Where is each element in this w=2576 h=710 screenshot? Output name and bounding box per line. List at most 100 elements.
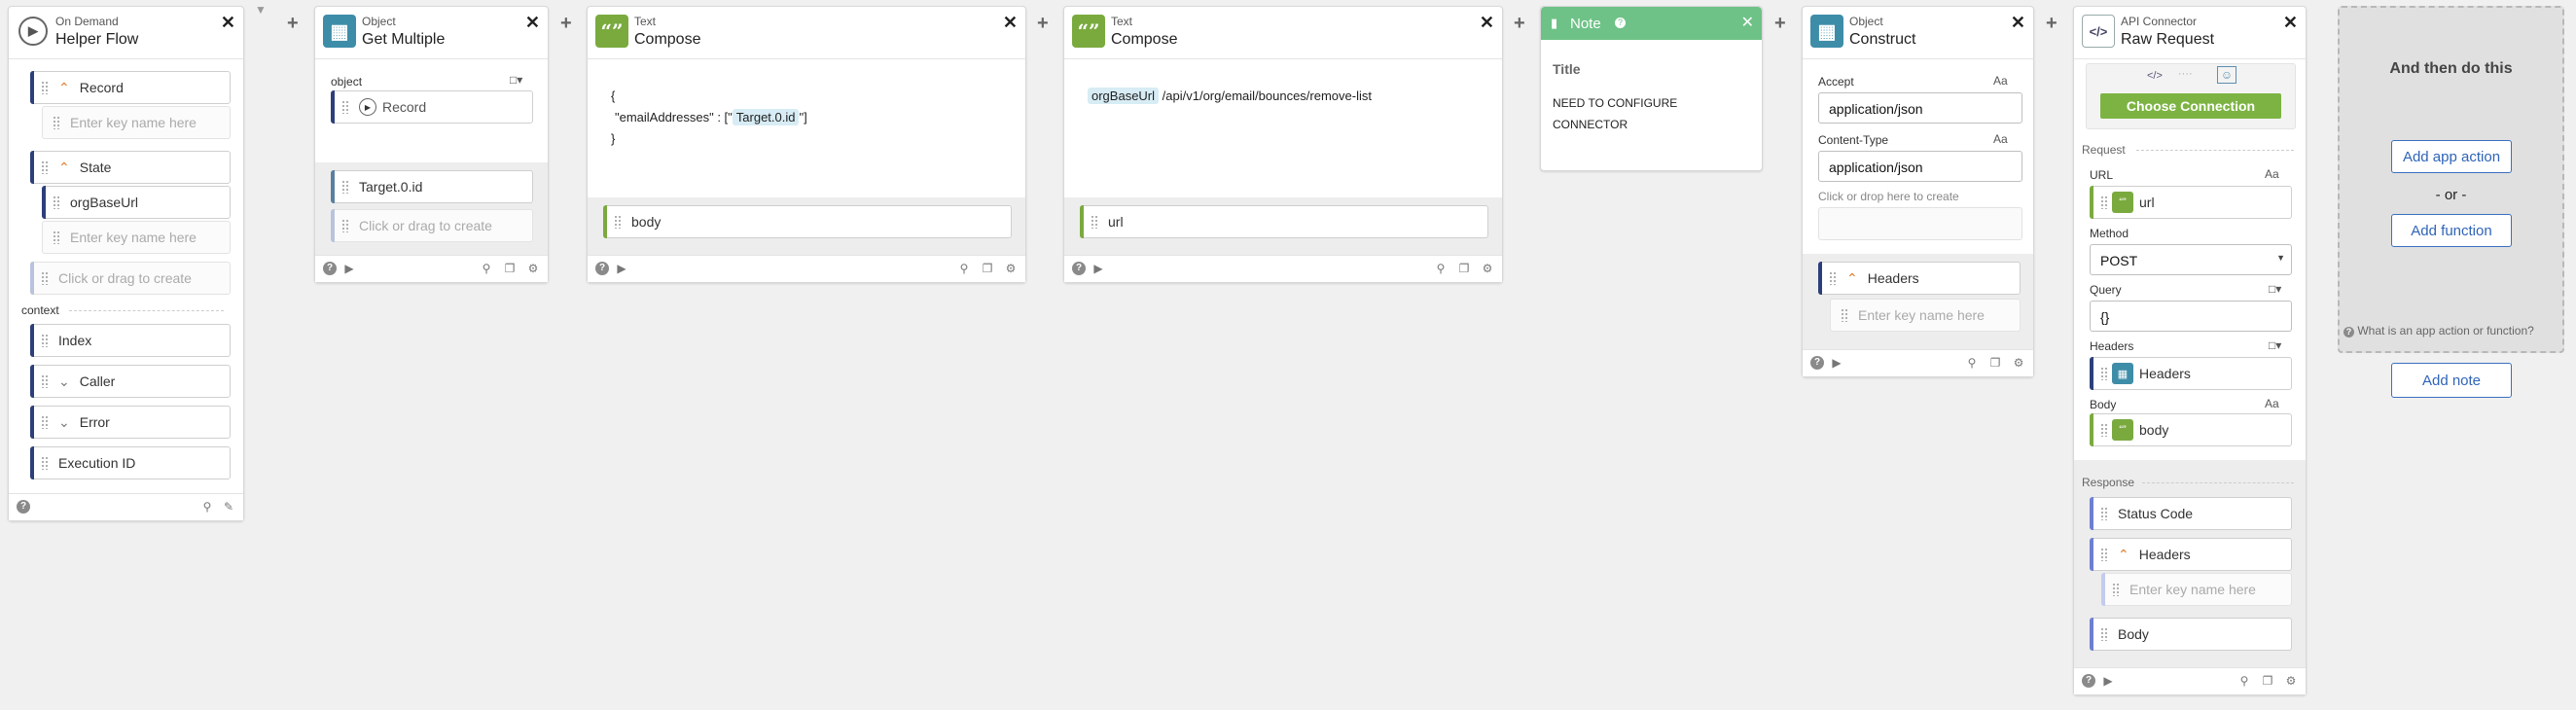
note-body[interactable]: NEED TO CONFIGURE CONNECTOR [1553,92,1677,135]
search-icon[interactable]: ⚲ [2237,674,2251,688]
copy-icon[interactable]: ❐ [1988,356,2002,370]
drag-handle-icon[interactable] [53,195,60,209]
close-icon[interactable]: ✕ [525,13,540,33]
drag-handle-icon[interactable] [2100,195,2108,209]
add-step-plus-icon[interactable]: + [560,13,572,35]
text-editor[interactable]: orgBaseUrl /api/v1/org/email/bounces/rem… [1088,88,1372,104]
drag-handle-icon[interactable] [1829,271,1837,285]
add-step-plus-icon[interactable]: + [1514,13,1525,35]
help-icon[interactable]: ? [323,262,337,275]
status-code-output[interactable]: Status Code [2090,497,2292,530]
text-editor[interactable]: { "emailAddresses" : [" Target.0.id "] } [588,59,1025,197]
state-field[interactable]: ⌃ State [30,151,231,184]
copy-icon[interactable]: ❐ [2261,674,2274,688]
choose-connection-button[interactable]: Choose Connection [2100,93,2281,119]
help-icon[interactable]: ? [17,500,30,514]
copy-icon[interactable]: ❐ [503,262,517,275]
error-field[interactable]: ⌄ Error [30,406,231,439]
close-icon[interactable]: ✕ [221,13,235,33]
key-name-input[interactable]: Enter key name here [42,221,231,254]
body-input[interactable]: “” body [2090,413,2292,446]
method-select[interactable]: POST ▼ [2090,244,2292,275]
gear-icon[interactable]: ⚙ [1481,262,1494,275]
drag-handle-icon[interactable] [2100,548,2108,561]
note-title[interactable]: Title [1553,61,1581,77]
drag-handle-icon[interactable] [341,180,349,194]
record-field[interactable]: ⌃ Record [30,71,231,104]
accept-input[interactable]: application/json [1818,92,2022,124]
drag-handle-icon[interactable] [341,219,349,232]
add-step-plus-icon[interactable]: + [2046,13,2057,35]
add-app-action-button[interactable]: Add app action [2391,140,2512,173]
gear-icon[interactable]: ⚙ [2284,674,2298,688]
search-icon[interactable]: ⚲ [1965,356,1979,370]
key-name-input[interactable]: Enter key name here [1830,299,2021,332]
search-icon[interactable]: ⚲ [1434,262,1448,275]
variable-chip[interactable]: orgBaseUrl [1088,88,1160,104]
trash-icon[interactable]: □▾ [510,73,522,87]
add-step-plus-icon[interactable]: + [1774,13,1786,35]
drag-handle-icon[interactable] [2100,367,2108,380]
drag-handle-icon[interactable] [1841,308,1848,322]
help-icon[interactable]: ? [1072,262,1086,275]
drag-handle-icon[interactable] [41,81,49,94]
play-icon[interactable]: ▶ [1091,262,1105,275]
copy-icon[interactable]: ❐ [1457,262,1471,275]
copy-icon[interactable]: ❐ [981,262,994,275]
drag-handle-icon[interactable] [2100,423,2108,437]
drag-handle-icon[interactable] [41,271,49,285]
drag-handle-icon[interactable] [341,100,349,114]
drop-zone[interactable] [1818,207,2022,240]
drag-handle-icon[interactable] [2100,627,2108,641]
text-type-dropdown[interactable]: Aa [2265,167,2279,181]
click-drag-create[interactable]: Click or drag to create [30,262,231,295]
drag-handle-icon[interactable] [41,415,49,429]
search-icon[interactable]: ⚲ [480,262,493,275]
pin-icon[interactable]: ▼ [255,3,267,17]
add-note-button[interactable]: Add note [2391,363,2512,398]
drag-handle-icon[interactable] [41,374,49,388]
help-icon[interactable]: ? [2082,674,2095,688]
play-icon[interactable]: ▶ [1830,356,1843,370]
play-icon[interactable]: ▶ [2101,674,2115,688]
help-icon[interactable]: ? [1810,356,1824,370]
search-icon[interactable]: ⚲ [957,262,971,275]
add-function-button[interactable]: Add function [2391,214,2512,247]
record-input[interactable]: ▶ Record [331,90,533,124]
headers-input[interactable]: ▦ Headers [2090,357,2292,390]
click-drag-create[interactable]: Click or drag to create [331,209,533,242]
content-type-input[interactable]: application/json [1818,151,2022,182]
chevron-up-icon[interactable]: ⌃ [58,160,70,176]
gear-icon[interactable]: ⚙ [526,262,540,275]
text-type-dropdown[interactable]: Aa [1993,74,2008,88]
drag-handle-icon[interactable] [53,116,60,129]
headers-output[interactable]: ⌃ Headers [1818,262,2021,295]
url-output[interactable]: url [1080,205,1488,238]
execution-id-field[interactable]: Execution ID [30,446,231,479]
drag-handle-icon[interactable] [41,456,49,470]
drag-handle-icon[interactable] [1091,215,1098,229]
text-type-dropdown[interactable]: Aa [1993,132,2008,146]
drag-handle-icon[interactable] [2100,507,2108,520]
close-icon[interactable]: ✕ [1741,13,1754,32]
caller-field[interactable]: ⌄ Caller [30,365,231,398]
response-body-output[interactable]: Body [2090,618,2292,651]
drag-handle-icon[interactable] [53,231,60,244]
chevron-down-icon[interactable]: ⌄ [58,373,70,390]
trash-icon[interactable]: □▾ [2269,338,2281,352]
gear-icon[interactable]: ⚙ [2012,356,2025,370]
pencil-icon[interactable]: ✎ [222,500,235,514]
query-input[interactable]: {} [2090,301,2292,332]
chevron-up-icon[interactable]: ⌃ [58,80,70,96]
help-link[interactable]: ? What is an app action or function? [2343,324,2562,337]
chevron-up-icon[interactable]: ⌃ [1846,270,1858,287]
gear-icon[interactable]: ⚙ [1004,262,1018,275]
close-icon[interactable]: ✕ [2283,13,2298,33]
drag-handle-icon[interactable] [41,334,49,347]
key-name-input[interactable]: Enter key name here [42,106,231,139]
search-icon[interactable]: ⚲ [200,500,214,514]
close-icon[interactable]: ✕ [1003,13,1018,33]
chevron-up-icon[interactable]: ⌃ [2118,547,2129,563]
add-step-plus-icon[interactable]: + [287,13,299,35]
url-input[interactable]: “” url [2090,186,2292,219]
